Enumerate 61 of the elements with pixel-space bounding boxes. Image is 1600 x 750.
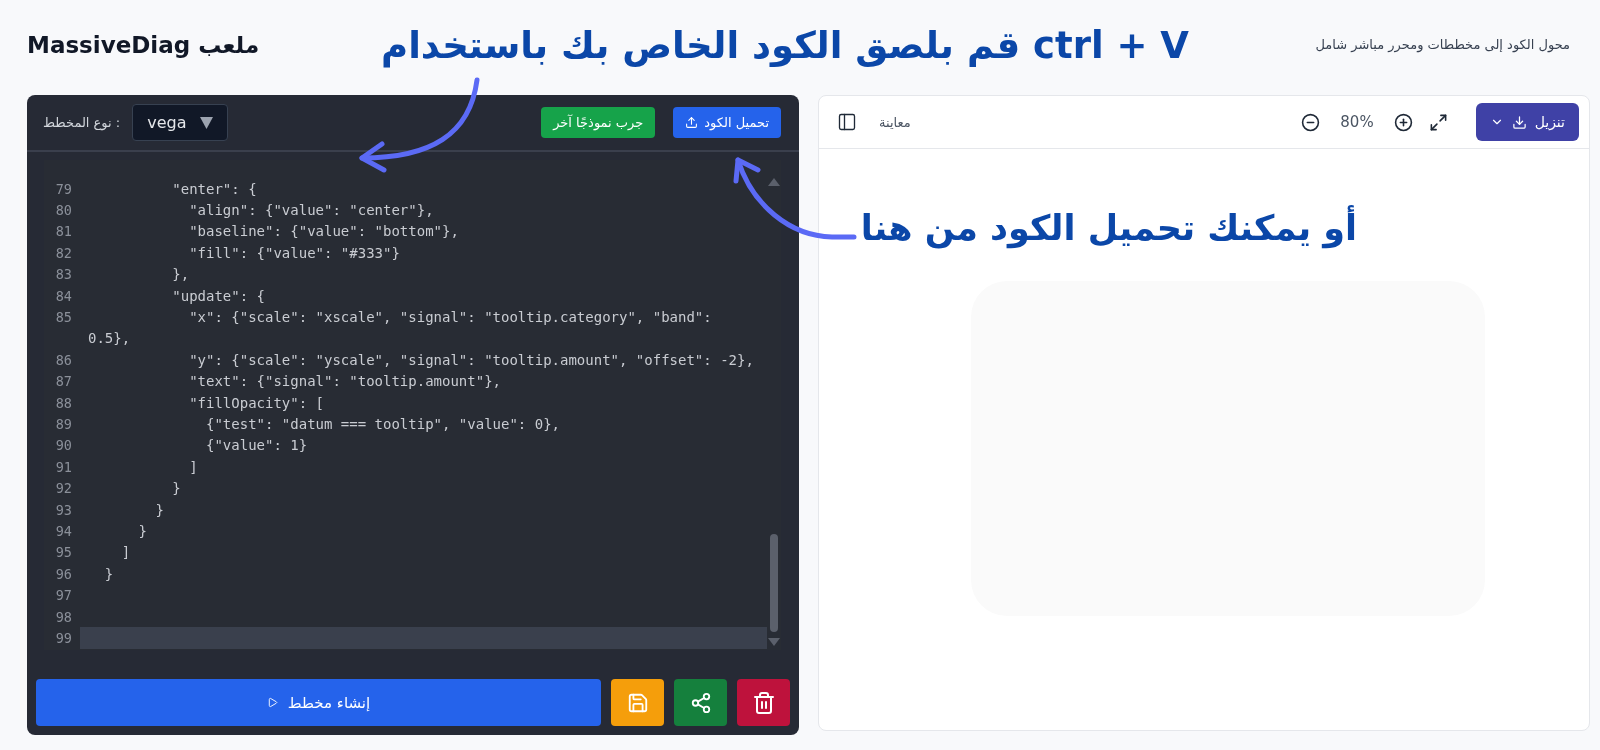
- sample-button[interactable]: جرب نموذجًا آخر: [541, 107, 656, 138]
- code-line: "fill": {"value": "#333"}: [188, 244, 400, 261]
- code-line: ]: [120, 544, 131, 561]
- line-number: 80: [54, 202, 72, 219]
- line-number: 91: [54, 458, 72, 475]
- annotation-text: قم بلصق الكود الخاص بك باستخدام ctrl + V: [381, 24, 1189, 67]
- code-line: "y": {"scale": "yscale", "signal": "tooltip.amount", "offset": -2},: [188, 351, 754, 368]
- code-line: {"value": 1}: [205, 437, 308, 454]
- line-number: 99: [54, 629, 72, 646]
- code-line: "text": {"signal": "tooltip.amount"},: [188, 373, 501, 390]
- code-line: {"test": "datum === tooltip", "value": 0},: [205, 416, 560, 432]
- caret-icon: [200, 116, 214, 129]
- share-icon: [689, 691, 712, 714]
- upload-icon: [685, 116, 699, 129]
- line-number: 88: [54, 394, 72, 411]
- line-number: 84: [54, 287, 72, 304]
- upload-code-button[interactable]: تحميل الكود: [673, 107, 781, 138]
- code-line: "fillOpacity": [: [188, 394, 324, 411]
- line-number: 82: [54, 244, 72, 261]
- preview-title: معاينة: [879, 114, 911, 130]
- diagram-type-label: نوع المخطط :: [43, 115, 121, 130]
- code-line: },: [171, 266, 190, 283]
- share-button[interactable]: [674, 679, 727, 726]
- diagram-type-select[interactable]: vega: [132, 104, 229, 141]
- code-line: }: [154, 501, 164, 518]
- line-number: 98: [54, 608, 72, 625]
- scrollbar-thumb[interactable]: [770, 534, 778, 632]
- line-number: 97: [54, 587, 72, 604]
- line-number: 89: [54, 416, 72, 432]
- line-number: 92: [54, 480, 72, 497]
- play-icon: [266, 697, 278, 708]
- code-line: "enter": {: [171, 180, 257, 197]
- generate-button[interactable]: إنشاء مخطط: [36, 679, 601, 726]
- line-number: 86: [54, 351, 72, 368]
- code-line: "x": {"scale": "xscale", "signal": "tooltip.category", "band":: [188, 309, 712, 326]
- line-number: 95: [54, 544, 72, 561]
- line-number: 79: [54, 180, 72, 197]
- line-number: 87: [54, 373, 72, 390]
- line-number: 90: [54, 437, 72, 454]
- app-title: MassiveDiag ملعب: [27, 31, 260, 58]
- line-number: 96: [54, 565, 72, 582]
- code-line: }: [103, 565, 114, 582]
- download-button[interactable]: تنزيل: [1475, 103, 1579, 141]
- code-line: "update": {: [171, 287, 265, 304]
- app-subtitle: محول الكود إلى مخططات ومحرر مباشر شامل: [1315, 37, 1570, 52]
- code-line: "align": {"value": "center"},: [188, 202, 434, 219]
- delete-button[interactable]: [737, 679, 790, 726]
- code-line: ]: [188, 458, 198, 475]
- line-number: 83: [54, 266, 72, 283]
- zoom-level: 80%: [1340, 113, 1374, 131]
- code-line: }: [137, 522, 147, 539]
- trash-icon: [751, 690, 776, 715]
- line-number: 93: [54, 501, 72, 518]
- line-number: 85: [54, 309, 72, 326]
- code-line: "baseline": {"value": "bottom"},: [188, 223, 459, 240]
- line-number: 81: [54, 223, 72, 240]
- line-number: 94: [54, 522, 72, 539]
- code-line: 0.5},: [88, 330, 131, 347]
- download-icon: [1511, 114, 1527, 130]
- code-line: }: [171, 480, 181, 497]
- save-icon: [626, 691, 649, 714]
